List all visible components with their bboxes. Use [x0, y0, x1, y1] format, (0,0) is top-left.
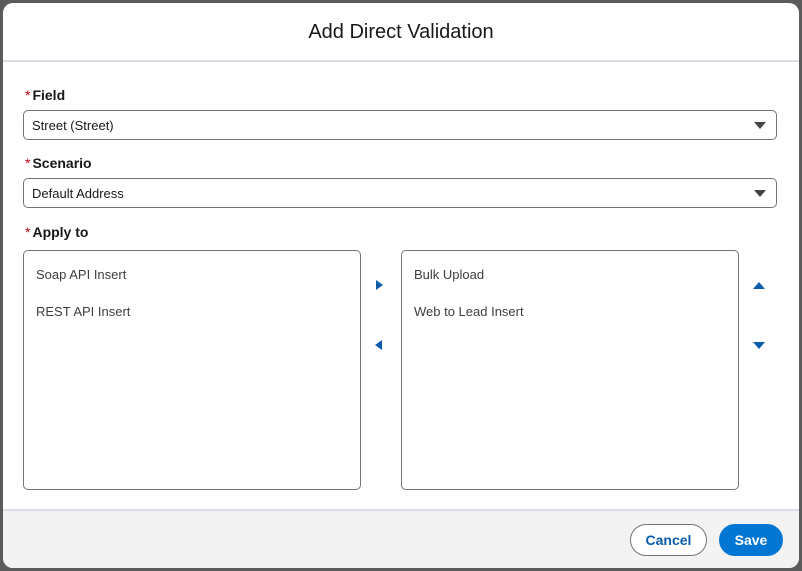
apply-to-label: * Apply to: [25, 224, 88, 240]
cancel-button[interactable]: Cancel: [630, 524, 707, 556]
list-item[interactable]: Web to Lead Insert: [414, 304, 524, 319]
field-select[interactable]: Street (Street): [23, 110, 777, 140]
required-marker: *: [25, 224, 31, 240]
scenario-label-text: Scenario: [32, 155, 92, 171]
scenario-select-value: Default Address: [32, 186, 124, 201]
add-direct-validation-modal: Add Direct Validation * Field Street (Str…: [3, 3, 799, 568]
move-right-icon: [376, 280, 383, 290]
selected-listbox[interactable]: Bulk Upload Web to Lead Insert: [401, 250, 739, 490]
move-down-button[interactable]: [749, 336, 769, 356]
move-up-icon: [753, 282, 765, 289]
required-marker: *: [25, 87, 31, 103]
modal-title: Add Direct Validation: [308, 21, 494, 43]
modal-header: Add Direct Validation: [3, 3, 799, 62]
move-left-icon: [375, 340, 382, 350]
field-label: * Field: [25, 87, 65, 103]
apply-to-label-text: Apply to: [32, 224, 89, 240]
chevron-down-icon: [754, 122, 766, 129]
field-select-value: Street (Street): [32, 118, 114, 133]
list-item[interactable]: REST API Insert: [36, 304, 130, 319]
scenario-select[interactable]: Default Address: [23, 178, 777, 208]
move-down-icon: [753, 342, 765, 349]
chevron-down-icon: [754, 190, 766, 197]
field-label-text: Field: [32, 87, 66, 103]
modal-footer: Cancel Save: [3, 509, 799, 568]
list-item[interactable]: Soap API Insert: [36, 267, 126, 282]
move-right-button[interactable]: [370, 276, 390, 296]
list-item[interactable]: Bulk Upload: [414, 267, 484, 282]
save-button[interactable]: Save: [719, 524, 783, 556]
scenario-label: * Scenario: [25, 155, 92, 171]
move-up-button[interactable]: [749, 276, 769, 296]
available-listbox[interactable]: Soap API Insert REST API Insert: [23, 250, 361, 490]
required-marker: *: [25, 155, 31, 171]
move-left-button[interactable]: [369, 336, 389, 356]
